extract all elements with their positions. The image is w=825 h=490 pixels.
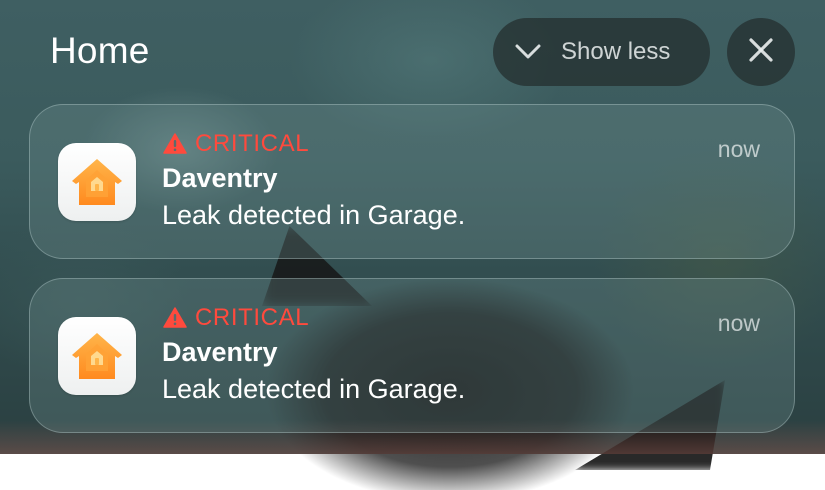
notification-body: Leak detected in Garage.	[162, 374, 466, 404]
notification-title: Daventry	[162, 337, 278, 367]
notification-body: Leak detected in Garage.	[162, 200, 466, 230]
notification-title: Daventry	[162, 163, 278, 193]
show-less-button[interactable]: Show less	[493, 18, 710, 86]
notification-card[interactable]: CRITICAL Daventry Leak detected in Garag…	[29, 278, 795, 433]
severity-label: CRITICAL	[163, 130, 309, 158]
severity-text: CRITICAL	[195, 130, 310, 157]
warning-icon	[163, 306, 187, 330]
close-button[interactable]	[727, 18, 795, 86]
severity-label: CRITICAL	[163, 304, 309, 332]
notification-time: now	[717, 310, 760, 336]
close-icon	[748, 37, 774, 68]
warning-icon	[163, 132, 187, 156]
show-less-label: Show less	[561, 38, 671, 65]
notification-card[interactable]: CRITICAL Daventry Leak detected in Garag…	[29, 104, 795, 259]
notification-group-title: Home	[50, 30, 150, 71]
home-app-icon	[58, 317, 136, 395]
notification-time: now	[717, 136, 760, 162]
chevron-down-icon	[513, 37, 543, 67]
severity-text: CRITICAL	[195, 304, 310, 331]
home-app-icon	[58, 143, 136, 221]
